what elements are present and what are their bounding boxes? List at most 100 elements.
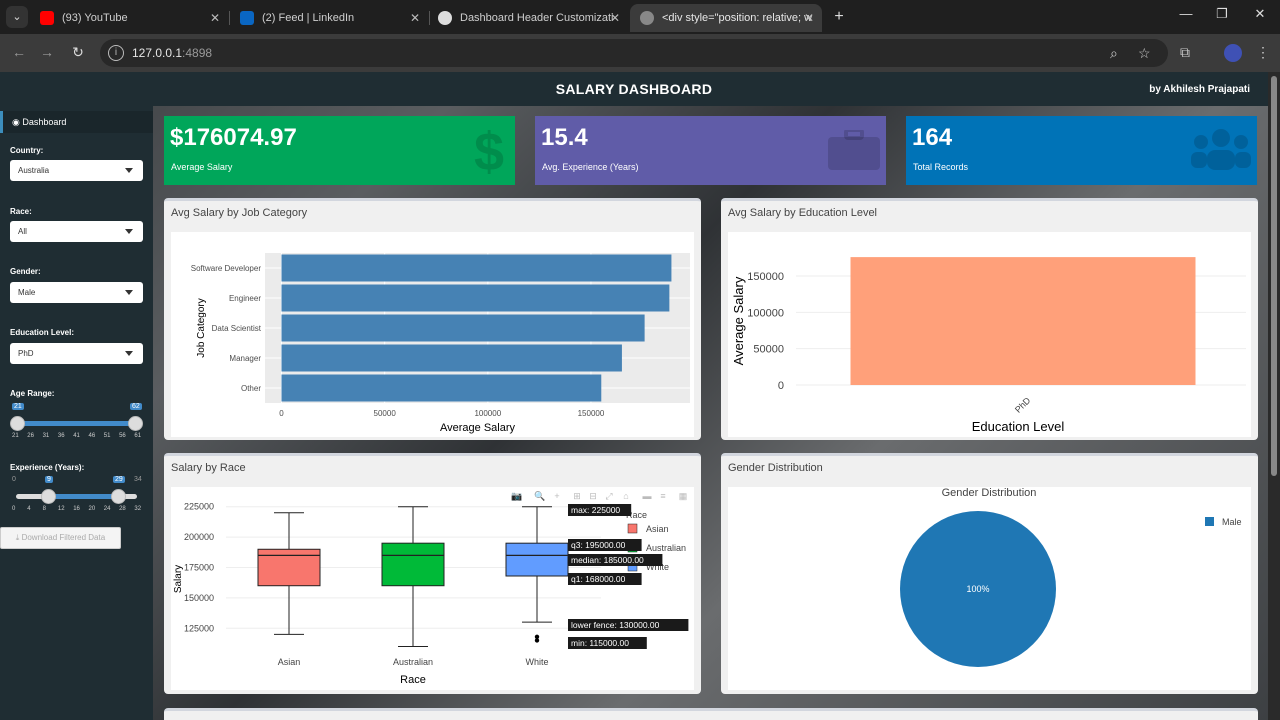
- slider-handle-min[interactable]: [10, 416, 25, 431]
- profile-avatar[interactable]: [1224, 44, 1242, 62]
- slider-tick-label: 31: [42, 433, 50, 439]
- legend-swatch: [627, 523, 638, 534]
- spike-icon[interactable]: ▬: [643, 491, 652, 501]
- slider-handle-max[interactable]: [111, 489, 126, 504]
- slider-tick-label: 32: [134, 506, 142, 512]
- new-tab-button[interactable]: +: [830, 6, 848, 28]
- country-select[interactable]: Australia: [10, 160, 143, 181]
- y-tick-label: 50000: [753, 344, 784, 356]
- kpi-average-salary: $176074.97 Average Salary $: [164, 116, 515, 185]
- users-icon: [1191, 129, 1251, 170]
- forward-arrow-icon[interactable]: →: [38, 44, 56, 60]
- close-icon[interactable]: ✕: [610, 4, 620, 32]
- browser-menu-icon[interactable]: ⋮: [1256, 44, 1270, 61]
- slider-fill: [17, 421, 136, 426]
- chart-title: Gender Distribution: [942, 487, 1037, 499]
- y-tick-label: Engineer: [229, 294, 261, 303]
- kpi-value: 164: [912, 124, 953, 151]
- zoom-icon[interactable]: 🔍: [534, 490, 545, 501]
- y-axis-title: Average Salary: [731, 276, 746, 365]
- reset-icon[interactable]: ⌂: [623, 491, 628, 501]
- edu-chart-area: 0 50000 100000 150000 PhD Education Level Aver…: [728, 232, 1251, 437]
- slider-tick-label: 51: [103, 433, 111, 439]
- y-tick-label: 150000: [747, 271, 784, 283]
- pan-icon[interactable]: +: [554, 491, 559, 501]
- caret-down-icon: [125, 351, 133, 356]
- x-tick-label: 150000: [578, 409, 605, 418]
- scrollbar-thumb[interactable]: [1271, 76, 1277, 476]
- close-icon[interactable]: ✕: [210, 4, 220, 32]
- download-button[interactable]: ⤓ Download Filtered Data: [0, 527, 121, 549]
- hover-label: min: 115000.00: [571, 638, 629, 648]
- plotly-logo-icon[interactable]: ▦: [679, 491, 688, 501]
- zoom-icon[interactable]: ⌕: [1110, 45, 1118, 62]
- chatgpt-icon: [438, 11, 452, 25]
- education-select[interactable]: PhD: [10, 343, 143, 364]
- experience-slider[interactable]: 0 9 29 34 0 4 8 12 16 20 24 28 32: [10, 476, 143, 519]
- zoom-in-icon[interactable]: ⊞: [573, 491, 581, 501]
- slider-tick-label: 36: [57, 433, 65, 439]
- education-label: Education Level:: [10, 328, 75, 337]
- zoom-out-icon[interactable]: ⊟: [589, 491, 597, 501]
- hover-label: q3: 195000.00: [571, 540, 626, 550]
- bookmark-star-icon[interactable]: ☆: [1138, 45, 1151, 62]
- close-icon[interactable]: ✕: [410, 4, 420, 32]
- slider-tick-label: 56: [119, 433, 126, 439]
- gender-label: Gender:: [10, 267, 41, 276]
- back-arrow-icon[interactable]: ←: [10, 44, 28, 60]
- gender-box: Gender Distribution Gender Distribution 1…: [721, 453, 1258, 694]
- slider-handle-min[interactable]: [41, 489, 56, 504]
- race-select[interactable]: All: [10, 221, 143, 242]
- age-max-value: 62: [130, 403, 142, 410]
- kpi-value: $176074.97: [170, 124, 297, 151]
- hover-label: max: 225000: [571, 505, 620, 515]
- tab-dashboard-header[interactable]: Dashboard Header Customizati ✕: [428, 4, 628, 32]
- sidebar-item-dashboard[interactable]: ◉ Dashboard: [0, 111, 153, 133]
- maximize-icon[interactable]: ❐: [1212, 6, 1232, 22]
- window-close-icon[interactable]: ✕: [1250, 6, 1270, 22]
- url-text: 127.0.0.1:4898: [132, 46, 212, 60]
- page-scrollbar[interactable]: [1268, 72, 1280, 720]
- caret-down-icon: [125, 229, 133, 234]
- outlier-point: [534, 634, 540, 639]
- age-range-slider[interactable]: 21 62 21 26 31 36 41 46 51 56 61: [10, 403, 143, 446]
- slider-tick-label: 28: [119, 506, 126, 512]
- extensions-icon[interactable]: ⧉: [1180, 44, 1190, 61]
- experience-label: Experience (Years):: [10, 463, 85, 472]
- tab-linkedin[interactable]: (2) Feed | LinkedIn ✕: [230, 4, 428, 32]
- x-tick-label: Australian: [393, 657, 433, 667]
- x-tick-label: White: [525, 657, 548, 667]
- slider-handle-max[interactable]: [128, 416, 143, 431]
- caret-down-icon: [125, 168, 133, 173]
- browser-toolbar: ← → ↻ i 127.0.0.1:4898 ⌕ ☆ ⧉ ⋮: [0, 34, 1280, 72]
- bar: [281, 374, 602, 402]
- slider-tick-label: 0: [12, 506, 16, 512]
- tab-youtube[interactable]: (93) YouTube ✕: [30, 4, 228, 32]
- box-title: Avg Salary by Education Level: [728, 207, 877, 219]
- caret-down-icon: [125, 290, 133, 295]
- globe-icon: [640, 11, 654, 25]
- x-axis-title: Average Salary: [440, 422, 516, 434]
- reload-icon[interactable]: ↻: [69, 44, 87, 61]
- age-range-label: Age Range:: [10, 389, 55, 398]
- compare-icon[interactable]: ≡: [660, 491, 665, 501]
- slider-tick-label: 4: [27, 506, 31, 512]
- legend-label: Male: [1222, 517, 1242, 527]
- tab-active-page[interactable]: <div style="position: relative; w ✕: [630, 4, 822, 32]
- address-bar[interactable]: i 127.0.0.1:4898 ⌕ ☆: [100, 39, 1168, 67]
- gender-select[interactable]: Male: [10, 282, 143, 303]
- camera-icon[interactable]: 📷: [511, 491, 522, 501]
- kpi-value: 15.4: [541, 124, 588, 151]
- sidebar-item-label: Dashboard: [22, 117, 67, 127]
- slider-tick-label: 20: [88, 506, 96, 512]
- tab-search-button[interactable]: ⌄: [6, 6, 28, 28]
- autoscale-icon[interactable]: ⤢: [604, 491, 612, 501]
- y-tick-label: 225000: [184, 502, 214, 512]
- close-icon[interactable]: ✕: [804, 4, 814, 32]
- kpi-label: Average Salary: [171, 162, 233, 172]
- minimize-icon[interactable]: —: [1176, 6, 1196, 21]
- box: [505, 542, 569, 577]
- site-info-icon[interactable]: i: [108, 45, 124, 61]
- age-min-value: 21: [12, 403, 24, 410]
- x-tick-label: 50000: [374, 409, 397, 418]
